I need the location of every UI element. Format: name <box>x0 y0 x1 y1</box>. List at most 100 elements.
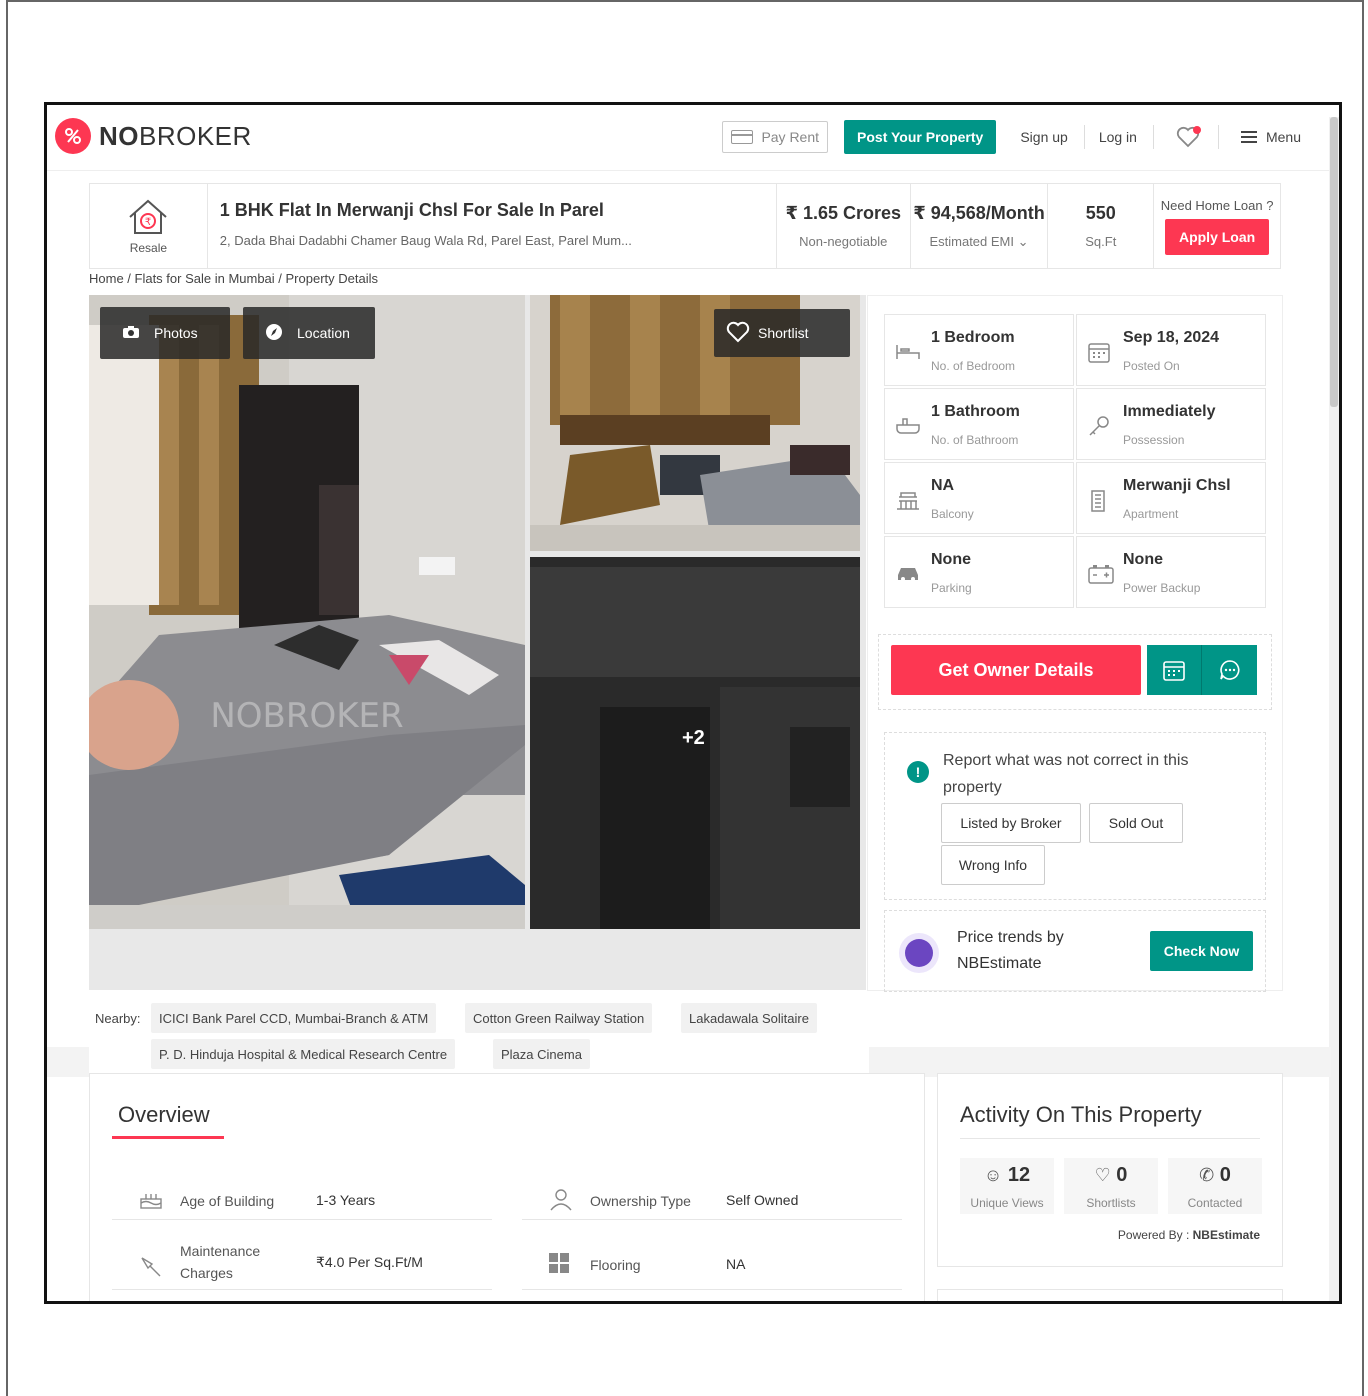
nearby-place[interactable]: Plaza Cinema <box>493 1039 590 1069</box>
pay-rent-button[interactable]: Pay Rent <box>722 121 829 153</box>
heart-outline-icon <box>726 321 750 346</box>
schedule-visit-button[interactable] <box>1147 645 1202 695</box>
bed-icon <box>895 341 920 361</box>
top-header: NOBROKER Pay Rent Post Your Property Sig… <box>47 105 1331 171</box>
nearby-label: Nearby: <box>95 1011 141 1026</box>
area-unit: Sq.Ft <box>1085 234 1117 249</box>
chat-bubble-icon <box>1219 660 1239 680</box>
nearby-place[interactable]: Lakadawala Solitaire <box>681 1003 817 1033</box>
get-owner-details-button[interactable]: Get Owner Details <box>891 645 1141 695</box>
emi-block[interactable]: ₹ 94,568/Month Estimated EMI ⌄ <box>911 184 1049 268</box>
person-icon: ☺ <box>983 1165 1003 1185</box>
contacted-stat: ✆ 0 Contacted <box>1168 1158 1262 1214</box>
overview-row: Maintenance Charges ₹4.0 Per Sq.Ft/M <box>112 1236 492 1290</box>
fact-bathroom: 1 Bathroom No. of Bathroom <box>884 388 1074 460</box>
tiles-icon <box>548 1252 574 1273</box>
key-icon <box>1087 415 1111 436</box>
balcony-icon <box>895 489 919 510</box>
photos-button[interactable]: Photos <box>100 307 230 359</box>
fact-balcony: NA Balcony <box>884 462 1074 534</box>
calendar-icon <box>1087 341 1111 363</box>
nobroker-logo[interactable]: NOBROKER <box>55 118 252 154</box>
menu-button[interactable]: Menu <box>1240 129 1301 145</box>
home-loan-block: Need Home Loan ? Apply Loan <box>1154 184 1280 268</box>
chat-button[interactable] <box>1202 645 1257 695</box>
fact-bedroom: 1 Bedroom No. of Bedroom <box>884 314 1074 386</box>
price-block: ₹ 1.65 Crores Non-negotiable <box>777 184 911 268</box>
resale-badge: ₹ Resale <box>90 184 208 268</box>
owner-person-icon <box>548 1188 574 1211</box>
activity-title: Activity On This Property <box>960 1102 1202 1127</box>
shortlist-button[interactable]: Shortlist <box>714 309 850 357</box>
breadcrumb[interactable]: Home / Flats for Sale in Mumbai / Proper… <box>89 271 378 286</box>
sign-up-link[interactable]: Sign up <box>1020 129 1067 145</box>
overview-row: Ownership Type Self Owned <box>522 1164 902 1220</box>
phone-icon: ✆ <box>1199 1165 1215 1185</box>
overview-title: Overview <box>118 1102 210 1127</box>
area-block: 550 Sq.Ft <box>1048 184 1155 268</box>
secondary-property-photo[interactable]: Shortlist <box>530 295 860 551</box>
check-now-button[interactable]: Check Now <box>1150 931 1253 971</box>
fact-apartment: Merwanji Chsl Apartment <box>1076 462 1266 534</box>
report-incorrect-box: ! Report what was not correct in this pr… <box>884 732 1266 900</box>
property-facts-grid: 1 Bedroom No. of Bedroom Sep 18, 2024 Post… <box>884 314 1266 608</box>
compass-icon <box>265 323 283 344</box>
unique-views-stat: ☺ 12 Unique Views <box>960 1158 1054 1214</box>
price-trends-box: Price trends by NBEstimate Check Now <box>884 910 1266 992</box>
activity-section: Activity On This Property ☺ 12 Unique Vi… <box>937 1073 1283 1267</box>
location-button[interactable]: Location <box>243 307 375 359</box>
nbestimate-icon <box>899 933 939 973</box>
price-note: Non-negotiable <box>799 234 888 249</box>
more-photos-count: +2 <box>682 727 705 749</box>
bathtub-icon <box>895 415 920 435</box>
fact-power-backup: None Power Backup <box>1076 536 1266 608</box>
report-listed-by-broker[interactable]: Listed by Broker <box>941 803 1081 843</box>
nearby-place[interactable]: P. D. Hinduja Hospital & Medical Researc… <box>151 1039 456 1069</box>
nearby-place[interactable]: ICICI Bank Parel CCD, Mumbai-Branch & AT… <box>151 1003 437 1033</box>
owner-actions: Get Owner Details <box>878 634 1272 710</box>
nearby-places: Nearby: ICICI Bank Parel CCD, Mumbai-Bra… <box>89 997 869 1073</box>
browser-window: NOBROKER Pay Rent Post Your Property Sig… <box>6 0 1364 1396</box>
report-wrong-info[interactable]: Wrong Info <box>941 845 1045 885</box>
property-title: 1 BHK Flat In Merwanji Chsl For Sale In … <box>219 200 604 220</box>
price-value: ₹ 1.65 Crores <box>785 203 902 223</box>
page-viewport: NOBROKER Pay Rent Post Your Property Sig… <box>44 102 1342 1304</box>
details-panel: 1 Bedroom No. of Bedroom Sep 18, 2024 Post… <box>867 295 1283 992</box>
building-icon <box>1087 489 1111 512</box>
cake-icon <box>138 1190 164 1210</box>
price-trends-text: Price trends by NBEstimate <box>957 929 1064 972</box>
resale-house-icon: ₹ <box>129 199 168 234</box>
svg-text:₹: ₹ <box>145 217 151 228</box>
post-property-button[interactable]: Post Your Property <box>844 120 997 154</box>
page-scrollbar[interactable] <box>1329 117 1339 1301</box>
property-title-band: ₹ Resale 1 BHK Flat In Merwanji Chsl For… <box>89 183 1281 269</box>
shortlists-stat: ♡ 0 Shortlists <box>1064 1158 1158 1214</box>
fact-posted-on: Sep 18, 2024 Posted On <box>1076 314 1266 386</box>
credit-card-icon <box>731 130 754 144</box>
nearby-place[interactable]: Cotton Green Railway Station <box>465 1003 653 1033</box>
battery-icon <box>1087 563 1114 584</box>
calendar-icon <box>1163 661 1185 681</box>
shortlist-heart-icon[interactable] <box>1176 125 1202 149</box>
report-sold-out[interactable]: Sold Out <box>1089 803 1183 843</box>
powered-by: Powered By : NBEstimate <box>1117 1228 1260 1242</box>
apply-loan-button[interactable]: Apply Loan <box>1164 218 1270 255</box>
emi-value: ₹ 94,568/Month <box>913 202 1045 223</box>
car-icon <box>895 563 919 583</box>
overview-section: Overview Age of Building 1-3 Years Owner… <box>89 1073 925 1301</box>
logo-text: NOBROKER <box>99 120 252 151</box>
log-in-link[interactable]: Log in <box>1099 129 1137 145</box>
chevron-down-icon: ⌄ <box>1017 233 1029 249</box>
fact-possession: Immediately Possession <box>1076 388 1266 460</box>
overview-row: Flooring NA <box>522 1236 902 1290</box>
alert-icon: ! <box>907 761 929 783</box>
area-value: 550 <box>1085 203 1116 223</box>
emi-note: Estimated EMI ⌄ <box>929 233 1029 249</box>
main-property-photo[interactable]: NOBROKER Photos Location <box>89 295 525 929</box>
camera-icon <box>122 325 140 342</box>
watermark: NOBROKER <box>210 696 403 736</box>
property-title-block: 1 BHK Flat In Merwanji Chsl For Sale In … <box>208 184 777 268</box>
hammer-icon <box>138 1254 164 1277</box>
property-address: 2, Dada Bhai Dadabhi Chamer Baug Wala Rd… <box>219 233 632 248</box>
home-loan-question: Need Home Loan ? <box>1160 197 1274 213</box>
